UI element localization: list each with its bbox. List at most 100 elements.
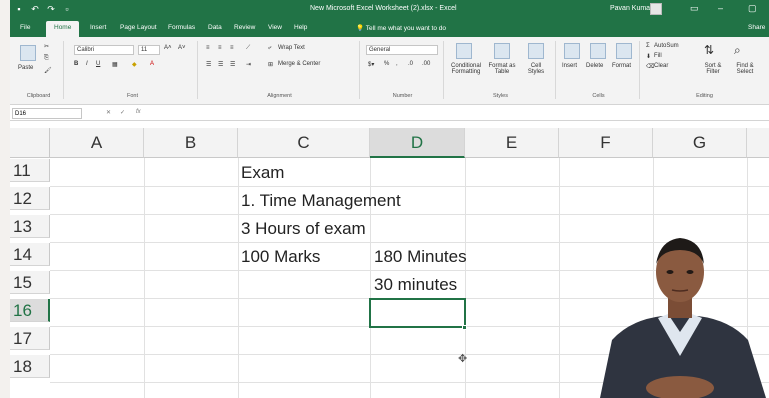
tell-me-search[interactable]: 💡 Tell me what you want to do	[356, 24, 446, 32]
user-name[interactable]: Pavan Kumar	[610, 5, 652, 12]
autosum-icon[interactable]: Σ	[646, 43, 650, 49]
wrap-text-icon[interactable]: ⤶	[268, 45, 271, 52]
share-button[interactable]: Share	[748, 24, 765, 31]
align-center-icon[interactable]: ☰	[218, 61, 223, 68]
fill-handle[interactable]	[462, 325, 467, 330]
format-table-button[interactable]: Format as Table	[486, 63, 518, 75]
orientation-icon[interactable]: ⟋	[246, 45, 250, 52]
cut-icon[interactable]: ✂	[44, 43, 49, 50]
font-color-icon[interactable]: A	[150, 61, 154, 67]
cell-d15[interactable]: 30 minutes	[374, 273, 457, 296]
cancel-entry-icon[interactable]: ✕	[106, 109, 111, 116]
function-icon[interactable]: fx	[136, 109, 141, 115]
row-header-18[interactable]: 18	[10, 355, 50, 378]
row-header-13[interactable]: 13	[10, 215, 50, 238]
cell-c11[interactable]: Exam	[241, 161, 284, 184]
column-header-c[interactable]: C	[238, 128, 370, 158]
column-header-d[interactable]: D	[370, 128, 465, 158]
conditional-formatting-icon[interactable]	[456, 43, 472, 59]
column-header-a[interactable]: A	[50, 128, 144, 158]
indent-icon[interactable]: ⇥	[246, 61, 251, 68]
find-select-button[interactable]: Find & Select	[730, 63, 760, 75]
column-header-e[interactable]: E	[465, 128, 559, 158]
column-header-b[interactable]: B	[144, 128, 238, 158]
maximize-icon[interactable]: ▢	[748, 3, 757, 14]
cell-c13[interactable]: 3 Hours of exam	[241, 217, 366, 240]
redo-icon[interactable]: ↷	[46, 4, 56, 15]
paste-button[interactable]: Paste	[18, 65, 33, 71]
decrease-decimal-icon[interactable]: .00	[422, 61, 430, 67]
tab-home[interactable]: Home	[46, 21, 80, 37]
insert-cells-icon[interactable]	[564, 43, 580, 59]
cell-c12[interactable]: 1. Time Management	[241, 189, 401, 212]
name-box[interactable]: D16	[12, 108, 82, 119]
row-header-11[interactable]: 11	[10, 159, 50, 182]
insert-button[interactable]: Insert	[562, 63, 577, 69]
format-button[interactable]: Format	[612, 63, 631, 69]
fill-color-icon[interactable]: ◆	[132, 61, 137, 68]
autosum-button[interactable]: AutoSum	[654, 43, 679, 49]
cell-styles-icon[interactable]	[528, 43, 544, 59]
align-left-icon[interactable]: ☰	[206, 61, 211, 68]
font-size-select[interactable]: 11	[138, 45, 160, 55]
ribbon-display-icon[interactable]: ▭	[690, 3, 699, 14]
cell-styles-button[interactable]: Cell Styles	[522, 63, 550, 75]
increase-decimal-icon[interactable]: .0	[408, 61, 413, 67]
italic-icon[interactable]: I	[86, 61, 88, 67]
fill-button[interactable]: Fill	[654, 53, 662, 59]
underline-icon[interactable]: U	[96, 61, 100, 67]
tab-view[interactable]: View	[268, 24, 282, 31]
align-right-icon[interactable]: ☰	[230, 61, 235, 68]
row-header-12[interactable]: 12	[10, 187, 50, 210]
column-header-h[interactable]	[747, 128, 769, 158]
new-file-icon[interactable]: ▫	[62, 4, 72, 15]
row-header-15[interactable]: 15	[10, 271, 50, 294]
tab-review[interactable]: Review	[234, 24, 255, 31]
user-avatar[interactable]	[650, 3, 662, 15]
number-format-select[interactable]: General	[366, 45, 438, 55]
clear-button[interactable]: Clear	[654, 63, 668, 69]
wrap-text-button[interactable]: Wrap Text	[278, 45, 305, 51]
top-align-icon[interactable]: ≡	[206, 45, 210, 51]
format-table-icon[interactable]	[494, 43, 510, 59]
row-header-16[interactable]: 16	[10, 299, 50, 322]
enter-entry-icon[interactable]: ✓	[120, 109, 125, 116]
sort-filter-icon[interactable]: ⇅	[704, 43, 714, 57]
column-header-g[interactable]: G	[653, 128, 747, 158]
bottom-align-icon[interactable]: ≡	[230, 45, 234, 51]
delete-button[interactable]: Delete	[586, 63, 603, 69]
find-select-icon[interactable]: ⌕	[734, 43, 741, 58]
select-all-corner[interactable]	[10, 128, 50, 158]
grow-font-icon[interactable]: A˄	[164, 45, 172, 51]
active-cell-d16[interactable]	[369, 298, 466, 328]
currency-icon[interactable]: $▾	[368, 61, 374, 68]
conditional-formatting-button[interactable]: Conditional Formatting	[448, 63, 484, 75]
comma-icon[interactable]: ,	[396, 61, 398, 67]
sort-filter-button[interactable]: Sort & Filter	[698, 63, 728, 75]
delete-cells-icon[interactable]	[590, 43, 606, 59]
fill-icon[interactable]: ⬇	[646, 53, 651, 60]
cell-c14[interactable]: 100 Marks	[241, 245, 320, 268]
bold-icon[interactable]: B	[74, 61, 78, 67]
minimize-icon[interactable]: –	[718, 3, 723, 13]
shrink-font-icon[interactable]: A˅	[178, 45, 186, 51]
formula-input[interactable]	[150, 108, 765, 119]
middle-align-icon[interactable]: ≡	[218, 45, 222, 51]
borders-icon[interactable]: ▦	[112, 61, 118, 68]
undo-icon[interactable]: ↶	[30, 4, 40, 15]
cell-d14[interactable]: 180 Minutes	[374, 245, 467, 268]
tab-data[interactable]: Data	[208, 24, 222, 31]
column-header-f[interactable]: F	[559, 128, 653, 158]
row-header-17[interactable]: 17	[10, 327, 50, 350]
tab-page-layout[interactable]: Page Layout	[120, 24, 157, 31]
paste-icon[interactable]	[20, 45, 36, 61]
tab-formulas[interactable]: Formulas	[168, 24, 195, 31]
tab-file[interactable]: File	[20, 24, 30, 31]
format-cells-icon[interactable]	[616, 43, 632, 59]
font-name-select[interactable]: Calibri	[74, 45, 134, 55]
row-header-14[interactable]: 14	[10, 243, 50, 266]
merge-icon[interactable]: ⊞	[268, 61, 273, 68]
tab-insert[interactable]: Insert	[90, 24, 106, 31]
save-icon[interactable]: ▪	[14, 4, 24, 15]
tab-help[interactable]: Help	[294, 24, 307, 31]
